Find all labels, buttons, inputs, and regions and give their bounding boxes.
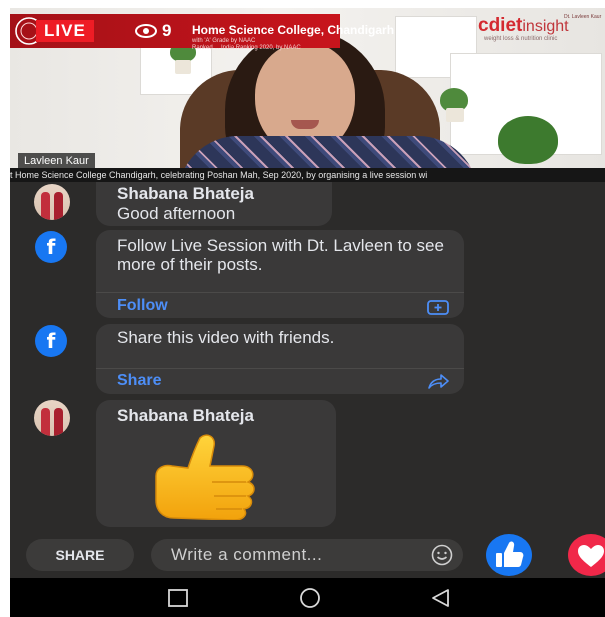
background-pot <box>175 60 191 74</box>
home-icon[interactable] <box>297 587 323 609</box>
thumbs-up-sticker <box>155 434 255 520</box>
comment-placeholder: Write a comment... <box>171 545 323 564</box>
background-pot <box>446 108 464 122</box>
college-subline: with 'A' Grade by NAAC <box>192 38 256 44</box>
follow-button[interactable]: Follow <box>117 297 168 315</box>
share-prompt-card: Share this video with friends. Share <box>96 324 464 394</box>
system-navigation-bar <box>10 578 605 617</box>
college-subline: Ranked ... India Ranking 2020, by NAAC <box>192 45 301 51</box>
follow-icon[interactable] <box>426 298 450 316</box>
presenter-shirt <box>178 136 478 168</box>
share-button[interactable]: SHARE <box>26 539 134 571</box>
thumbs-up-icon <box>496 541 524 567</box>
avatar[interactable] <box>34 184 70 220</box>
comment-author[interactable]: Shabana Bhateja <box>117 184 254 204</box>
emoji-icon[interactable] <box>431 544 453 566</box>
live-badge: LIVE <box>36 20 94 42</box>
sticker-comment-bubble: Shabana Bhateja <box>96 400 336 527</box>
svg-text:f: f <box>47 235 56 259</box>
viewer-count: 9 <box>162 21 172 40</box>
comment-author[interactable]: Shabana Bhateja <box>117 406 254 426</box>
love-reaction-button[interactable] <box>568 534 605 576</box>
presenter-name: Lavleen Kaur <box>18 153 95 168</box>
like-reaction-button[interactable] <box>486 534 532 576</box>
follow-prompt-text: Follow Live Session with Dt. Lavleen to … <box>117 236 444 274</box>
comment-input[interactable]: Write a comment... <box>151 539 463 571</box>
card-divider <box>96 368 464 369</box>
back-icon[interactable] <box>428 587 454 609</box>
share-arrow-icon[interactable] <box>426 373 450 391</box>
sponsor-logo: cdietinsight Dt. Lavleen Kaur weight los… <box>478 14 602 42</box>
recents-icon[interactable] <box>165 587 191 609</box>
share-link-button[interactable]: Share <box>117 372 161 390</box>
live-video-player[interactable]: Home Science College, Chandigarh with 'A… <box>10 8 605 168</box>
svg-text:f: f <box>47 329 56 353</box>
share-prompt-text: Share this video with friends. <box>117 328 335 347</box>
eye-icon <box>135 24 157 38</box>
avatar[interactable] <box>34 400 70 436</box>
facebook-icon: f <box>35 231 67 263</box>
live-video-screen: Home Science College, Chandigarh with 'A… <box>10 8 605 617</box>
facebook-icon: f <box>35 325 67 357</box>
college-name: Home Science College, Chandigarh <box>192 23 395 37</box>
background-plant <box>498 116 558 164</box>
follow-prompt-card: Follow Live Session with Dt. Lavleen to … <box>96 230 464 318</box>
card-divider <box>96 292 464 293</box>
comment-bubble: Shabana Bhateja Good afternoon <box>96 182 332 226</box>
news-ticker: t Home Science College Chandigarh, celeb… <box>10 168 605 182</box>
bottom-action-bar: SHARE Write a comment... <box>10 532 605 585</box>
heart-icon <box>578 545 604 567</box>
comment-text: Good afternoon <box>117 204 236 223</box>
